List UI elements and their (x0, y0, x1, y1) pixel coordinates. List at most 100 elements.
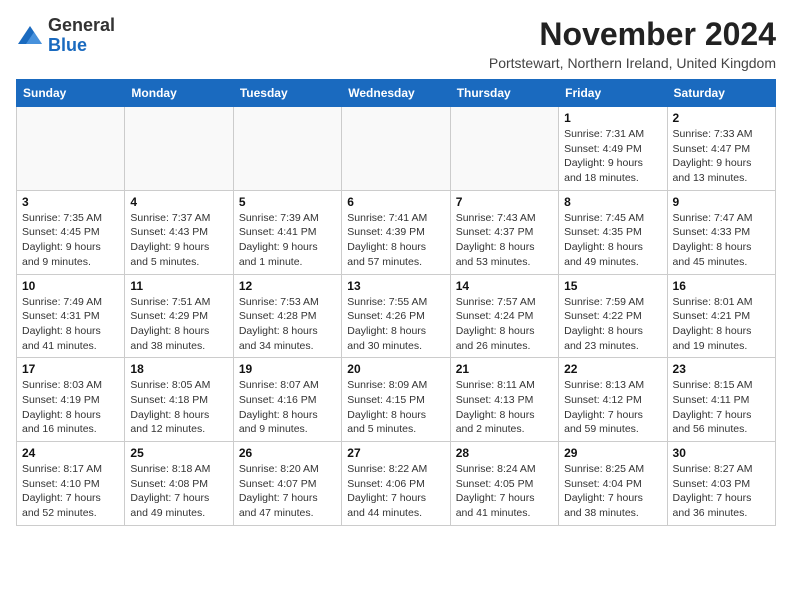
calendar-cell: 29 Sunrise: 8:25 AM Sunset: 4:04 PM Dayli… (559, 442, 667, 526)
day-number: 3 (22, 195, 119, 209)
calendar-week-row: 1 Sunrise: 7:31 AM Sunset: 4:49 PM Daylig… (17, 107, 776, 191)
calendar-cell: 6Sunrise: 7:41 AM Sunset: 4:39 PM Daylig… (342, 190, 450, 274)
day-info: Sunrise: 7:39 AM Sunset: 4:41 PM Dayligh… (239, 211, 336, 270)
calendar-cell (342, 107, 450, 191)
day-info: Sunrise: 7:45 AM Sunset: 4:35 PM Dayligh… (564, 211, 661, 270)
day-info: Sunrise: 7:49 AM Sunset: 4:31 PM Dayligh… (22, 295, 119, 354)
calendar-cell (450, 107, 558, 191)
calendar-cell: 26 Sunrise: 8:20 AM Sunset: 4:07 PM Dayli… (233, 442, 341, 526)
weekday-header: Monday (125, 80, 233, 107)
calendar-week-row: 3 Sunrise: 7:35 AM Sunset: 4:45 PM Daylig… (17, 190, 776, 274)
day-number: 7 (456, 195, 553, 209)
calendar-cell: 15 Sunrise: 7:59 AM Sunset: 4:22 PM Dayli… (559, 274, 667, 358)
day-info: Sunrise: 7:55 AM Sunset: 4:26 PM Dayligh… (347, 295, 444, 354)
day-number: 24 (22, 446, 119, 460)
day-number: 11 (130, 279, 227, 293)
calendar-cell: 24 Sunrise: 8:17 AM Sunset: 4:10 PM Dayli… (17, 442, 125, 526)
day-number: 20 (347, 362, 444, 376)
calendar-cell: 4Sunrise: 7:37 AM Sunset: 4:43 PM Daylig… (125, 190, 233, 274)
day-info: Sunrise: 8:17 AM Sunset: 4:10 PM Dayligh… (22, 462, 119, 521)
day-number: 16 (673, 279, 770, 293)
day-info: Sunrise: 7:33 AM Sunset: 4:47 PM Dayligh… (673, 127, 770, 186)
calendar-cell: 25Sunrise: 8:18 AM Sunset: 4:08 PM Dayli… (125, 442, 233, 526)
calendar-cell: 21 Sunrise: 8:11 AM Sunset: 4:13 PM Dayli… (450, 358, 558, 442)
weekday-header: Thursday (450, 80, 558, 107)
calendar-cell: 14Sunrise: 7:57 AM Sunset: 4:24 PM Dayli… (450, 274, 558, 358)
calendar-cell: 27Sunrise: 8:22 AM Sunset: 4:06 PM Dayli… (342, 442, 450, 526)
day-info: Sunrise: 7:59 AM Sunset: 4:22 PM Dayligh… (564, 295, 661, 354)
day-number: 14 (456, 279, 553, 293)
calendar-cell: 16 Sunrise: 8:01 AM Sunset: 4:21 PM Dayli… (667, 274, 775, 358)
calendar-cell: 28 Sunrise: 8:24 AM Sunset: 4:05 PM Dayli… (450, 442, 558, 526)
day-info: Sunrise: 8:22 AM Sunset: 4:06 PM Dayligh… (347, 462, 444, 521)
day-info: Sunrise: 8:01 AM Sunset: 4:21 PM Dayligh… (673, 295, 770, 354)
day-info: Sunrise: 8:05 AM Sunset: 4:18 PM Dayligh… (130, 378, 227, 437)
calendar-cell: 18 Sunrise: 8:05 AM Sunset: 4:18 PM Dayli… (125, 358, 233, 442)
day-number: 19 (239, 362, 336, 376)
calendar-week-row: 17 Sunrise: 8:03 AM Sunset: 4:19 PM Dayli… (17, 358, 776, 442)
weekday-header: Sunday (17, 80, 125, 107)
day-info: Sunrise: 7:47 AM Sunset: 4:33 PM Dayligh… (673, 211, 770, 270)
day-number: 28 (456, 446, 553, 460)
calendar-week-row: 24 Sunrise: 8:17 AM Sunset: 4:10 PM Dayli… (17, 442, 776, 526)
day-info: Sunrise: 8:09 AM Sunset: 4:15 PM Dayligh… (347, 378, 444, 437)
day-number: 29 (564, 446, 661, 460)
day-info: Sunrise: 8:20 AM Sunset: 4:07 PM Dayligh… (239, 462, 336, 521)
logo-text: General Blue (48, 16, 115, 56)
day-number: 26 (239, 446, 336, 460)
day-info: Sunrise: 8:18 AM Sunset: 4:08 PM Dayligh… (130, 462, 227, 521)
day-number: 22 (564, 362, 661, 376)
calendar-cell (233, 107, 341, 191)
calendar-cell: 22 Sunrise: 8:13 AM Sunset: 4:12 PM Dayli… (559, 358, 667, 442)
logo-icon (16, 22, 44, 50)
day-number: 9 (673, 195, 770, 209)
day-number: 13 (347, 279, 444, 293)
title-block: November 2024 Portstewart, Northern Irel… (489, 16, 776, 71)
calendar-cell (17, 107, 125, 191)
day-number: 5 (239, 195, 336, 209)
calendar-cell: 8 Sunrise: 7:45 AM Sunset: 4:35 PM Daylig… (559, 190, 667, 274)
day-number: 8 (564, 195, 661, 209)
calendar-cell: 9 Sunrise: 7:47 AM Sunset: 4:33 PM Daylig… (667, 190, 775, 274)
day-info: Sunrise: 7:53 AM Sunset: 4:28 PM Dayligh… (239, 295, 336, 354)
calendar-cell: 12Sunrise: 7:53 AM Sunset: 4:28 PM Dayli… (233, 274, 341, 358)
day-number: 2 (673, 111, 770, 125)
day-info: Sunrise: 7:31 AM Sunset: 4:49 PM Dayligh… (564, 127, 661, 186)
logo: General Blue (16, 16, 115, 56)
calendar-cell: 20 Sunrise: 8:09 AM Sunset: 4:15 PM Dayli… (342, 358, 450, 442)
day-info: Sunrise: 8:15 AM Sunset: 4:11 PM Dayligh… (673, 378, 770, 437)
calendar-cell: 30 Sunrise: 8:27 AM Sunset: 4:03 PM Dayli… (667, 442, 775, 526)
calendar-week-row: 10 Sunrise: 7:49 AM Sunset: 4:31 PM Dayli… (17, 274, 776, 358)
day-number: 6 (347, 195, 444, 209)
day-number: 18 (130, 362, 227, 376)
day-number: 1 (564, 111, 661, 125)
day-number: 17 (22, 362, 119, 376)
day-info: Sunrise: 8:07 AM Sunset: 4:16 PM Dayligh… (239, 378, 336, 437)
calendar-cell: 19 Sunrise: 8:07 AM Sunset: 4:16 PM Dayli… (233, 358, 341, 442)
day-info: Sunrise: 7:51 AM Sunset: 4:29 PM Dayligh… (130, 295, 227, 354)
calendar-cell: 17 Sunrise: 8:03 AM Sunset: 4:19 PM Dayli… (17, 358, 125, 442)
weekday-header: Wednesday (342, 80, 450, 107)
day-number: 21 (456, 362, 553, 376)
calendar-header-row: SundayMondayTuesdayWednesdayThursdayFrid… (17, 80, 776, 107)
day-info: Sunrise: 8:25 AM Sunset: 4:04 PM Dayligh… (564, 462, 661, 521)
calendar-cell: 1 Sunrise: 7:31 AM Sunset: 4:49 PM Daylig… (559, 107, 667, 191)
day-number: 30 (673, 446, 770, 460)
day-info: Sunrise: 7:35 AM Sunset: 4:45 PM Dayligh… (22, 211, 119, 270)
day-info: Sunrise: 8:24 AM Sunset: 4:05 PM Dayligh… (456, 462, 553, 521)
day-info: Sunrise: 8:03 AM Sunset: 4:19 PM Dayligh… (22, 378, 119, 437)
weekday-header: Saturday (667, 80, 775, 107)
month-title: November 2024 (489, 16, 776, 53)
day-number: 15 (564, 279, 661, 293)
weekday-header: Friday (559, 80, 667, 107)
day-info: Sunrise: 7:37 AM Sunset: 4:43 PM Dayligh… (130, 211, 227, 270)
calendar-cell: 5 Sunrise: 7:39 AM Sunset: 4:41 PM Daylig… (233, 190, 341, 274)
calendar-cell: 10 Sunrise: 7:49 AM Sunset: 4:31 PM Dayli… (17, 274, 125, 358)
day-info: Sunrise: 8:27 AM Sunset: 4:03 PM Dayligh… (673, 462, 770, 521)
day-info: Sunrise: 8:11 AM Sunset: 4:13 PM Dayligh… (456, 378, 553, 437)
day-number: 10 (22, 279, 119, 293)
calendar-table: SundayMondayTuesdayWednesdayThursdayFrid… (16, 79, 776, 526)
day-info: Sunrise: 8:13 AM Sunset: 4:12 PM Dayligh… (564, 378, 661, 437)
day-info: Sunrise: 7:43 AM Sunset: 4:37 PM Dayligh… (456, 211, 553, 270)
calendar-cell: 2 Sunrise: 7:33 AM Sunset: 4:47 PM Daylig… (667, 107, 775, 191)
